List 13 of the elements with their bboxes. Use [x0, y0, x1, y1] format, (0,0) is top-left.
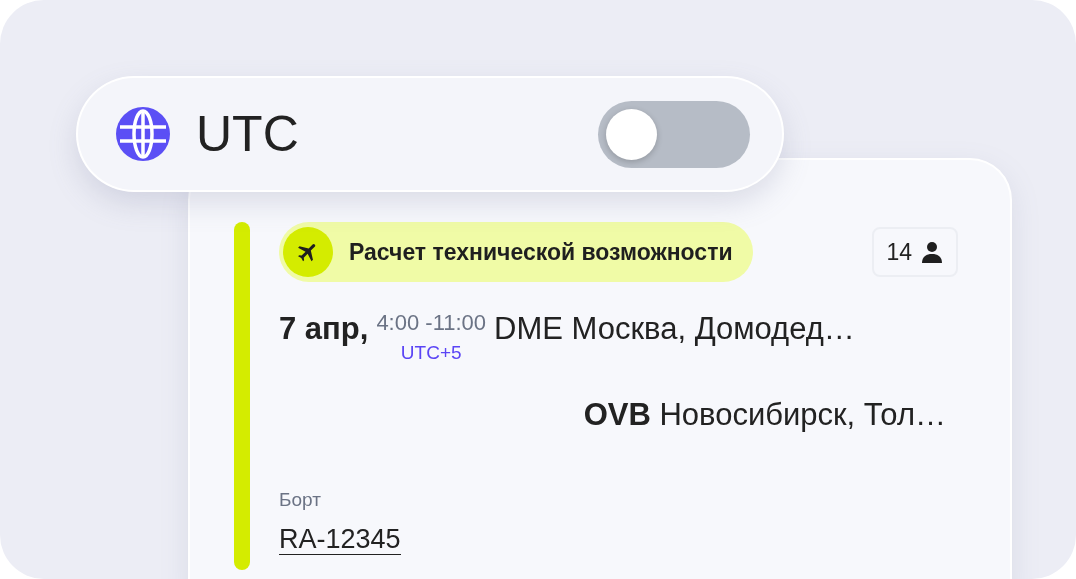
- plane-icon: [283, 227, 333, 277]
- person-icon: [920, 240, 944, 264]
- departure-airport: DME Москва, Домодед…: [494, 310, 855, 348]
- arrival-airport: OVB Новосибирск, Тол…: [583, 395, 946, 434]
- aircraft-label: Борт: [279, 489, 321, 510]
- passenger-count: 14: [872, 226, 958, 278]
- aircraft-registration[interactable]: RA-12345: [279, 523, 401, 555]
- status-badge: Расчет технической возможности: [279, 222, 753, 282]
- timezone-label: UTC+5: [400, 341, 462, 365]
- flight-time: 4:00 -11:00: [376, 309, 487, 337]
- utc-label: UTC: [196, 104, 299, 164]
- flight-date: 7 апр,: [279, 310, 369, 348]
- globe-icon: [114, 105, 172, 163]
